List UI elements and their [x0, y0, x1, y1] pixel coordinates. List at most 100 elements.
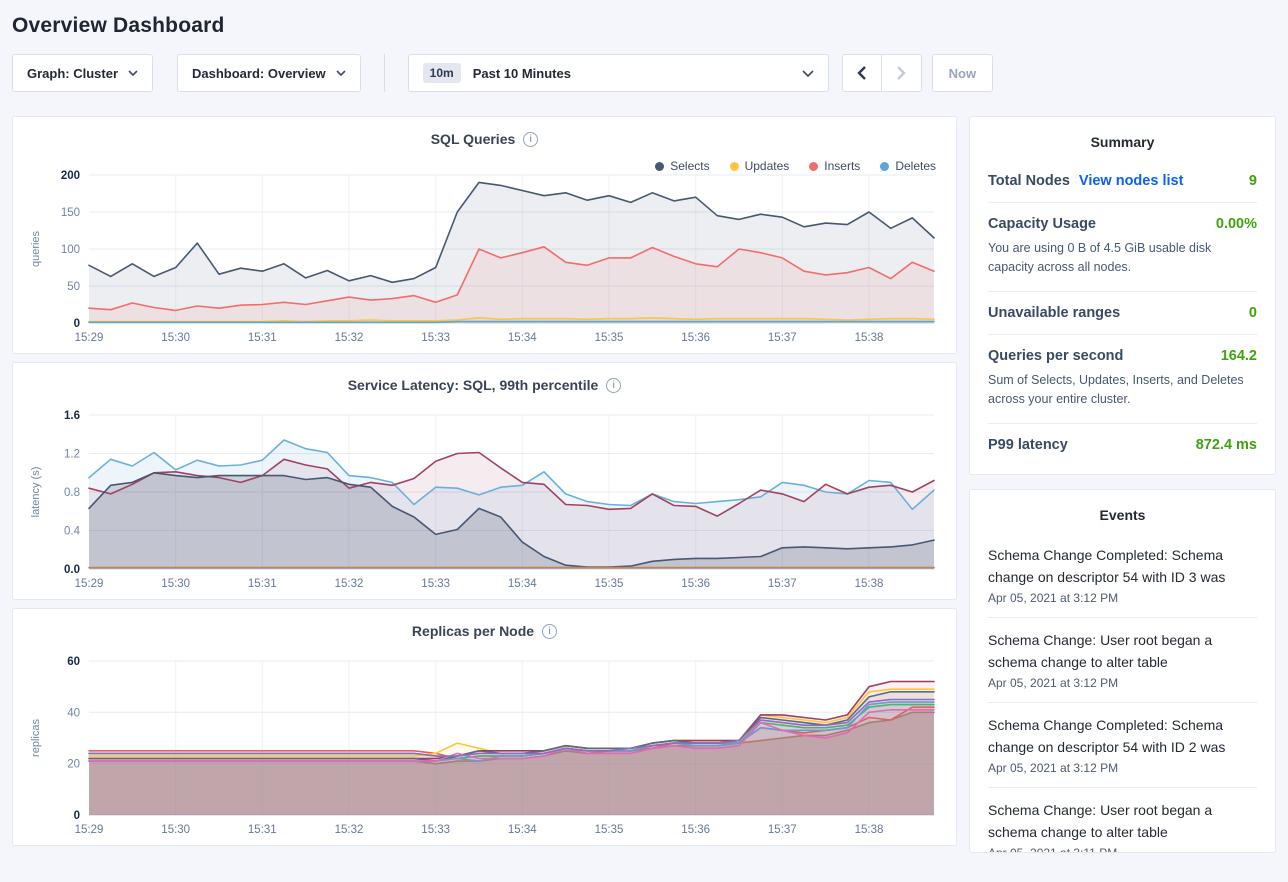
chevron-right-icon [897, 66, 906, 80]
svg-text:15:36: 15:36 [681, 332, 710, 344]
page-title: Overview Dashboard [12, 14, 1276, 38]
svg-text:15:34: 15:34 [508, 578, 537, 590]
svg-text:queries: queries [30, 230, 42, 267]
summary-value: 9 [1249, 173, 1257, 189]
chevron-left-icon [857, 66, 866, 80]
time-step-buttons [842, 54, 922, 92]
info-icon[interactable]: i [606, 378, 621, 393]
svg-text:15:33: 15:33 [421, 332, 450, 344]
event-time: Apr 05, 2021 at 3:11 PM [988, 846, 1257, 852]
event-item: Schema Change Completed: Schema change o… [988, 702, 1257, 787]
time-forward-button[interactable] [882, 55, 921, 91]
time-range-select[interactable]: 10m Past 10 Minutes [408, 54, 829, 92]
page: Overview Dashboard Graph: Cluster Dashbo… [0, 14, 1288, 853]
chart-title: Replicas per Node [412, 623, 534, 639]
svg-text:0.4: 0.4 [64, 526, 81, 538]
summary-row-capacity-usage: Capacity Usage 0.00% You are using 0 B o… [988, 202, 1257, 291]
svg-text:latency (s): latency (s) [30, 467, 42, 518]
svg-text:0: 0 [74, 810, 80, 822]
svg-text:15:30: 15:30 [161, 332, 190, 344]
dashboard-dropdown[interactable]: Dashboard: Overview [177, 54, 361, 92]
summary-value: 164.2 [1221, 348, 1257, 364]
svg-text:15:35: 15:35 [595, 332, 624, 344]
legend-dot-icon [880, 162, 889, 171]
event-text: Schema Change: User root began a schema … [988, 799, 1257, 843]
replicas-per-node-card: Replicas per Node i 15:2915:3015:3115:32… [12, 608, 957, 846]
event-text: Schema Change Completed: Schema change o… [988, 714, 1257, 758]
dashboard-dropdown-label: Dashboard: Overview [192, 66, 326, 81]
event-time: Apr 05, 2021 at 3:12 PM [988, 591, 1257, 605]
svg-text:50: 50 [67, 281, 80, 293]
svg-text:15:37: 15:37 [768, 824, 797, 836]
svg-text:15:32: 15:32 [335, 578, 364, 590]
svg-text:1.6: 1.6 [64, 410, 80, 422]
time-range-badge: 10m [423, 63, 461, 83]
svg-text:100: 100 [61, 244, 80, 256]
event-item: Schema Change Completed: Schema change o… [988, 533, 1257, 617]
summary-label: Unavailable ranges [988, 305, 1120, 321]
charts-column: SQL Queries i SelectsUpdatesInsertsDelet… [12, 116, 957, 846]
legend-item: Selects [655, 159, 709, 173]
summary-row-queries-per-second: Queries per second 164.2 Sum of Selects,… [988, 334, 1257, 423]
sql-queries-legend: SelectsUpdatesInsertsDeletes [655, 159, 936, 173]
legend-dot-icon [730, 162, 739, 171]
toolbar-divider [384, 54, 385, 92]
svg-text:1.2: 1.2 [64, 449, 80, 461]
svg-text:15:33: 15:33 [421, 824, 450, 836]
chart-title: Service Latency: SQL, 99th percentile [348, 377, 599, 393]
svg-text:15:38: 15:38 [855, 578, 884, 590]
svg-text:15:35: 15:35 [595, 824, 624, 836]
svg-text:15:37: 15:37 [768, 332, 797, 344]
toolbar: Graph: Cluster Dashboard: Overview 10m P… [12, 54, 1276, 92]
summary-subtext: Sum of Selects, Updates, Inserts, and De… [988, 371, 1257, 410]
svg-text:15:31: 15:31 [248, 332, 277, 344]
event-text: Schema Change: User root began a schema … [988, 629, 1257, 673]
chevron-down-icon [128, 70, 138, 76]
view-nodes-list-link[interactable]: View nodes list [1079, 173, 1184, 189]
svg-text:0: 0 [74, 318, 80, 330]
svg-text:15:32: 15:32 [335, 332, 364, 344]
svg-text:15:34: 15:34 [508, 824, 537, 836]
event-item: Schema Change: User root began a schema … [988, 787, 1257, 852]
svg-text:0.8: 0.8 [64, 487, 80, 499]
svg-text:15:34: 15:34 [508, 332, 537, 344]
chart-title: SQL Queries [431, 131, 516, 147]
summary-label: Total Nodes [988, 173, 1070, 189]
svg-text:15:31: 15:31 [248, 578, 277, 590]
legend-item: Updates [730, 159, 790, 173]
summary-row-total-nodes: Total Nodes View nodes list 9 [988, 160, 1257, 202]
sql-queries-chart[interactable]: 15:29 15:30 15:31 15:32 15:33 15:34 15:35 15:36… [25, 167, 944, 347]
summary-row-p99-latency: P99 latency 872.4 ms [988, 423, 1257, 466]
summary-value: 872.4 ms [1196, 437, 1257, 453]
svg-text:replicas: replicas [30, 719, 42, 757]
summary-value: 0.00% [1216, 216, 1257, 232]
svg-text:40: 40 [67, 707, 80, 719]
svg-text:150: 150 [61, 207, 80, 219]
summary-value: 0 [1249, 305, 1257, 321]
event-text: Schema Change Completed: Schema change o… [988, 544, 1257, 588]
svg-text:15:35: 15:35 [595, 578, 624, 590]
svg-text:60: 60 [67, 656, 80, 668]
graph-dropdown-label: Graph: Cluster [27, 66, 118, 81]
replicas-per-node-chart[interactable]: 15:2915:3015:3115:3215:3315:3415:3515:36… [25, 653, 944, 839]
info-icon[interactable]: i [542, 624, 557, 639]
sql-queries-card: SQL Queries i SelectsUpdatesInsertsDelet… [12, 116, 957, 354]
summary-label: Queries per second [988, 348, 1123, 364]
info-icon[interactable]: i [523, 132, 538, 147]
svg-text:200: 200 [61, 170, 80, 182]
event-item: Schema Change: User root began a schema … [988, 617, 1257, 702]
sidebar: Summary Total Nodes View nodes list 9 Ca… [969, 116, 1276, 853]
legend-dot-icon [809, 162, 818, 171]
now-button[interactable]: Now [932, 54, 993, 92]
time-range-label: Past 10 Minutes [473, 66, 571, 81]
svg-text:15:32: 15:32 [335, 824, 364, 836]
svg-text:15:29: 15:29 [75, 332, 104, 344]
graph-dropdown[interactable]: Graph: Cluster [12, 54, 153, 92]
events-title: Events [988, 494, 1257, 533]
svg-text:15:37: 15:37 [768, 578, 797, 590]
legend-item: Inserts [809, 159, 860, 173]
svg-text:15:29: 15:29 [75, 578, 104, 590]
service-latency-chart[interactable]: 15:2915:3015:3115:3215:3315:3415:3515:36… [25, 407, 944, 593]
time-back-button[interactable] [843, 55, 882, 91]
svg-text:15:36: 15:36 [681, 578, 710, 590]
